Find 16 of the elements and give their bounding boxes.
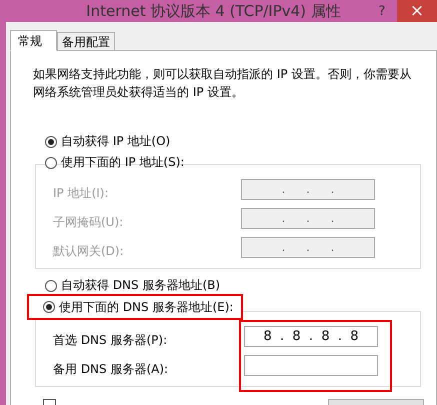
tab[interactable]: 常规 — [10, 30, 57, 51]
field-label: 默认网关(D): — [53, 243, 124, 260]
radio-button[interactable] — [45, 280, 57, 292]
window-title: Internet 协议版本 4 (TCP/IPv4) 属性 — [85, 2, 342, 20]
close-button[interactable]: × — [397, 0, 437, 22]
ip-address-field[interactable]: 8 . 8 . 8 . 8 — [244, 326, 378, 347]
radio-button[interactable] — [43, 301, 55, 313]
description-text: 如果网络支持此功能，则可以获取自动指派的 IP 设置。否则，你需要从网络系统管理员处获得适当的 IP 设置。 — [33, 66, 412, 101]
field-label: 备用 DNS 服务器(A): — [53, 361, 168, 378]
radio-label[interactable]: 使用下面的 DNS 服务器地址(E): — [59, 298, 234, 316]
tab[interactable]: 备用配置 — [57, 32, 115, 50]
radio-label[interactable]: 自动获得 DNS 服务器地址(B) — [61, 277, 220, 294]
field-label: IP 地址(I): — [53, 185, 110, 202]
field-label: 子网掩码(U): — [53, 214, 124, 231]
field-label: 首选 DNS 服务器(P): — [53, 332, 168, 349]
ip-address-field[interactable] — [244, 355, 378, 376]
